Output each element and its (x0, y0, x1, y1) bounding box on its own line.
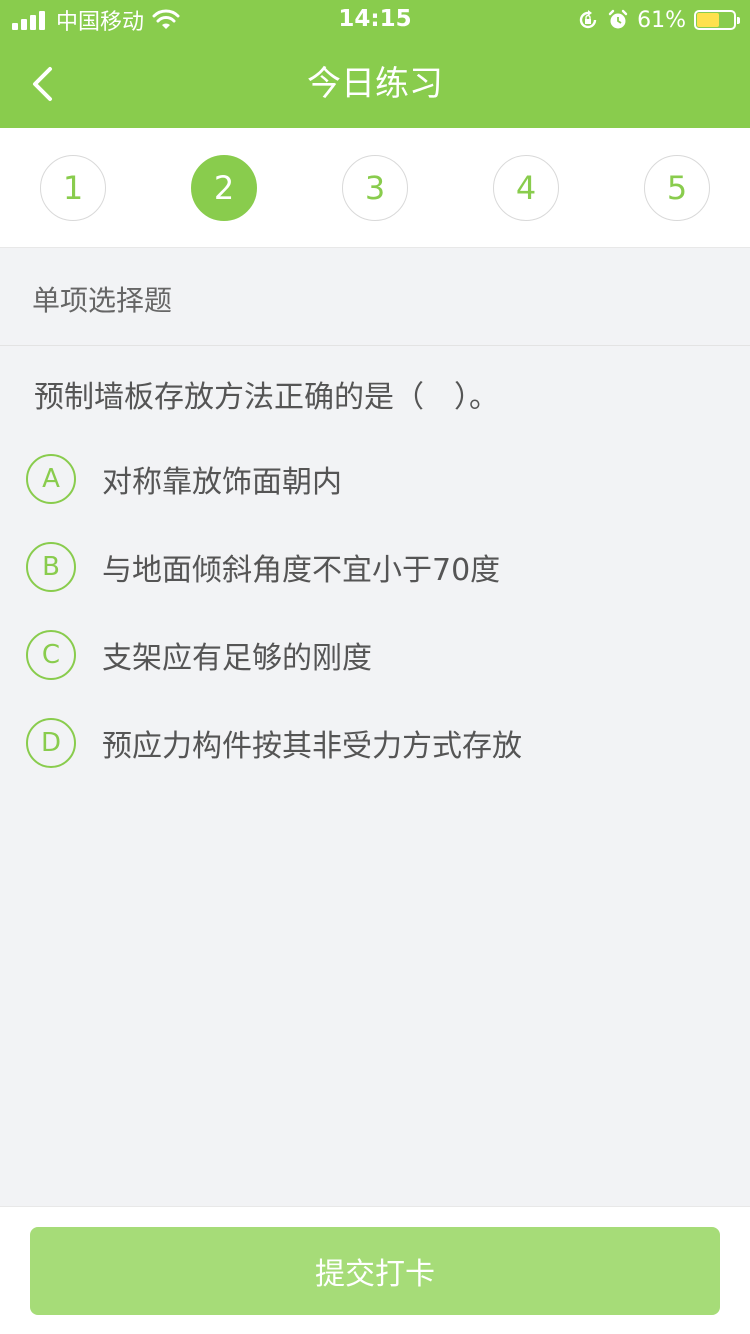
question-text: 预制墙板存放方法正确的是（ ）。 (34, 380, 499, 415)
option-letter: B (26, 542, 76, 592)
status-bar: 中国移动 14:15 61% (0, 0, 750, 40)
option-letter: D (26, 718, 76, 768)
option-text: 预应力构件按其非受力方式存放 (102, 729, 522, 764)
option-text: 支架应有足够的刚度 (102, 641, 372, 676)
option-a[interactable]: A 对称靠放饰面朝内 (26, 454, 726, 504)
option-text: 与地面倾斜角度不宜小于70度 (102, 553, 501, 588)
option-b[interactable]: B 与地面倾斜角度不宜小于70度 (26, 542, 726, 592)
option-text: 对称靠放饰面朝内 (102, 465, 342, 500)
page-title: 今日练习 (307, 64, 443, 104)
question-number-1[interactable]: 1 (40, 155, 106, 221)
question-number-bar: 1 2 3 4 5 (0, 128, 750, 248)
question-type-label: 单项选择题 (0, 249, 750, 346)
question-number-2[interactable]: 2 (191, 155, 257, 221)
option-d[interactable]: D 预应力构件按其非受力方式存放 (26, 718, 726, 768)
battery-percent: 61% (637, 7, 686, 33)
alarm-icon (608, 9, 628, 29)
question-number-4[interactable]: 4 (493, 155, 559, 221)
footer: 提交打卡 (0, 1206, 750, 1334)
option-c[interactable]: C 支架应有足够的刚度 (26, 630, 726, 680)
top-bar: 中国移动 14:15 61% 今日练习 (0, 0, 750, 128)
orientation-lock-icon (579, 10, 597, 29)
option-letter: C (26, 630, 76, 680)
question-number-5[interactable]: 5 (644, 155, 710, 221)
nav-bar: 今日练习 (0, 40, 750, 128)
submit-checkin-button[interactable]: 提交打卡 (30, 1227, 720, 1315)
question-number-3[interactable]: 3 (342, 155, 408, 221)
battery-charging-icon (694, 10, 740, 30)
status-right: 61% (577, 6, 740, 34)
option-letter: A (26, 454, 76, 504)
